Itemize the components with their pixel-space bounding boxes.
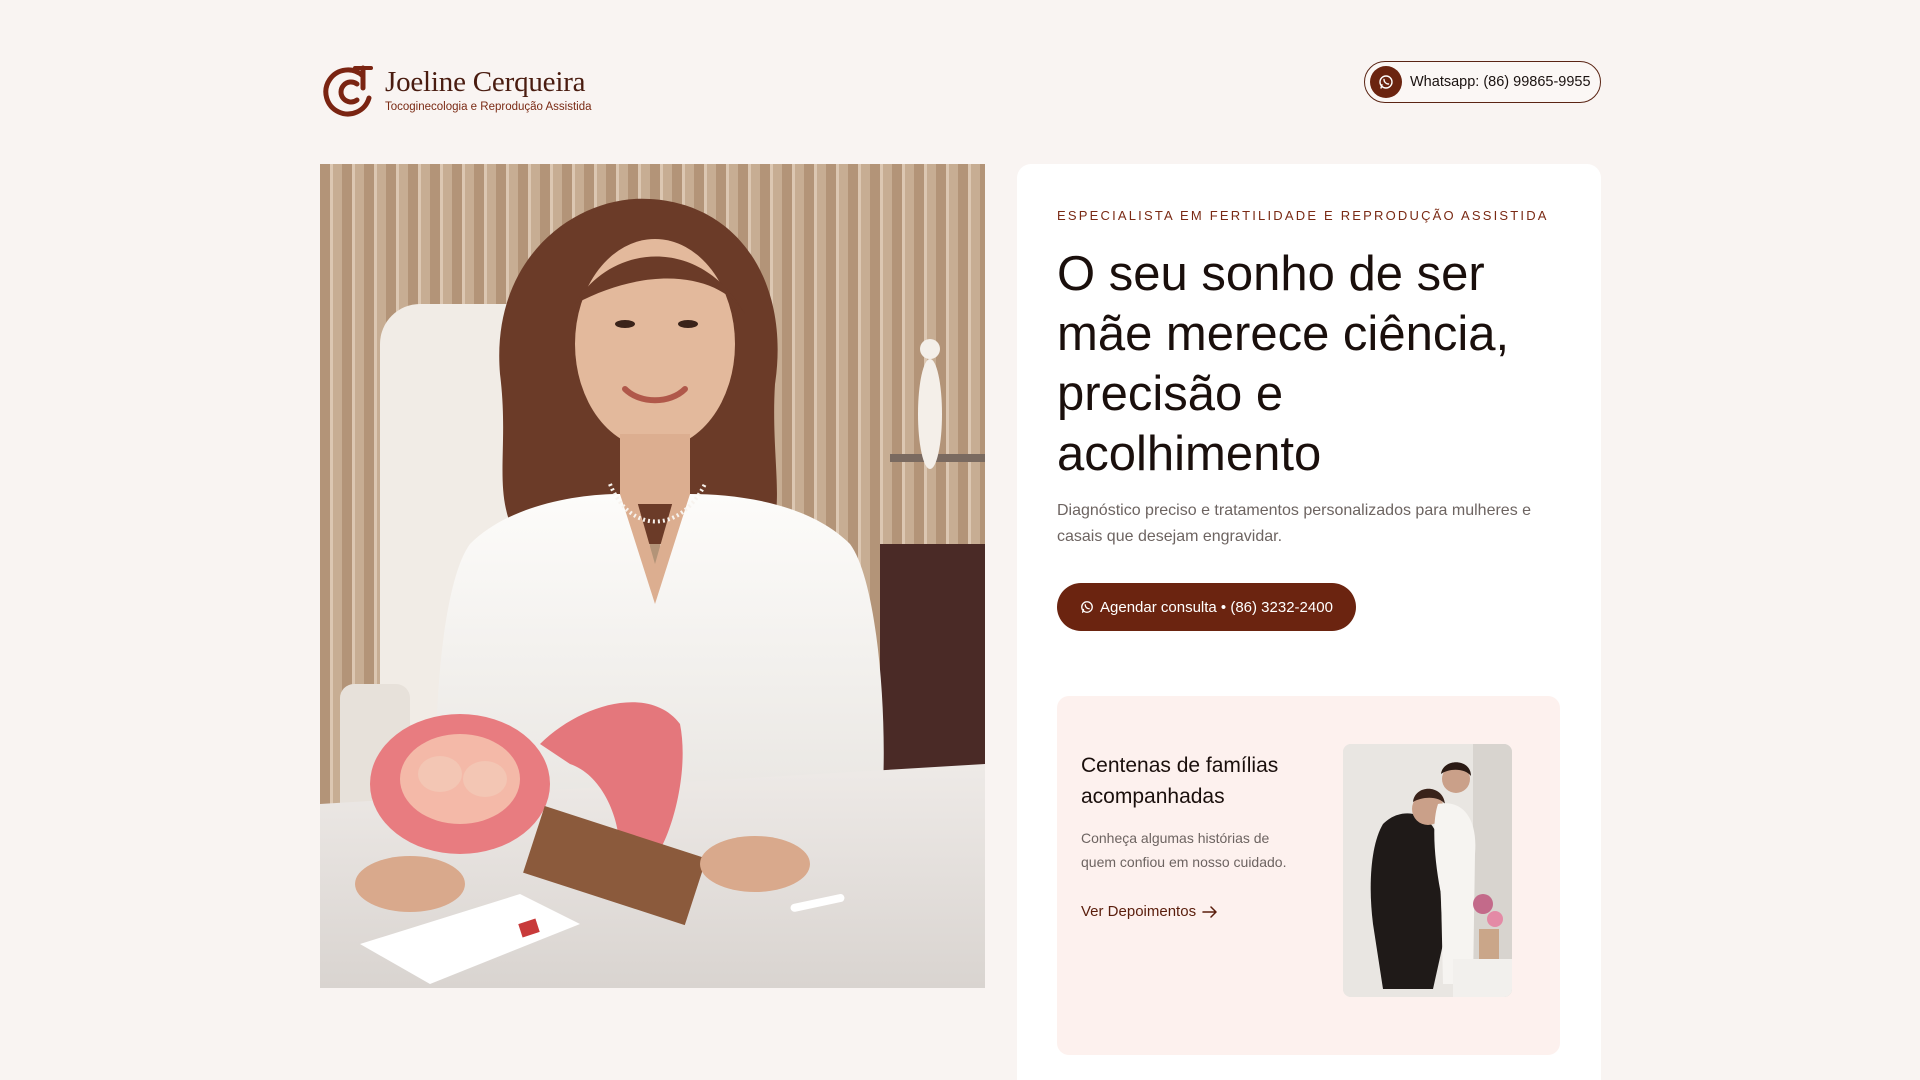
view-testimonials-label: Ver Depoimentos [1081,903,1197,920]
whatsapp-label: Whatsapp: (86) 99865-9955 [1410,74,1591,90]
testimonials-description: Conheça algumas histórias de quem confio… [1081,830,1287,870]
schedule-appointment-button[interactable]: Agendar consulta • (86) 3232-2400 [1057,583,1356,631]
arrow-right-icon [1202,905,1217,918]
whatsapp-icon [1370,66,1402,98]
site-logo[interactable]: Joeline Cerqueira Tocoginecologia e Repr… [323,62,592,118]
cta-label: Agendar consulta • (86) 3232-2400 [1100,598,1333,616]
hero-subtext: Diagnóstico preciso e tratamentos person… [1057,502,1532,545]
doctor-photo [320,164,985,988]
hero-headline: O seu sonho de ser mãe merece ciência, p… [1057,247,1510,481]
logo-tagline: Tocoginecologia e Reprodução Assistida [385,100,592,113]
whatsapp-button[interactable]: Whatsapp: (86) 99865-9955 [1364,61,1601,103]
view-testimonials-link[interactable]: Ver Depoimentos [1081,903,1218,920]
testimonials-box: Centenas de famílias acompanhadas Conheç… [1057,696,1560,1055]
hero-card: ESPECIALISTA EM FERTILIDADE E REPRODUÇÃO… [1017,164,1601,1080]
whatsapp-icon [1081,601,1093,613]
testimonials-title: Centenas de famílias acompanhadas [1081,754,1279,808]
testimonial-photo [1343,744,1512,997]
logo-name: Joeline Cerqueira [385,65,586,98]
logo-mark-icon [323,65,373,117]
hero-eyebrow: ESPECIALISTA EM FERTILIDADE E REPRODUÇÃO… [1057,208,1549,223]
